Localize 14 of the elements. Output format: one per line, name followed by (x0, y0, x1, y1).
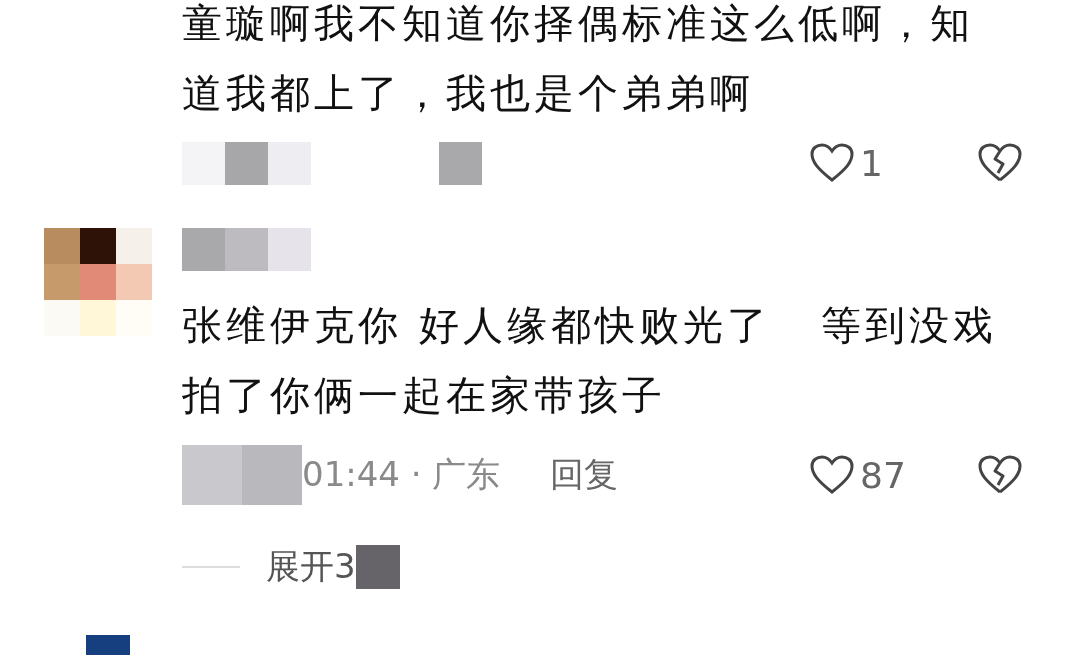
comment-text: 张维伊克你 好人缘都快败光了 等到没戏拍了你俩一起在家带孩子 (182, 301, 998, 420)
broken-heart-icon[interactable] (978, 455, 1022, 495)
redaction-mosaic (355, 545, 400, 589)
heart-icon[interactable] (810, 143, 854, 183)
like-count: 1 (860, 142, 884, 184)
heart-icon[interactable] (810, 455, 854, 495)
comment-meta: 01:44 · 广东 (302, 453, 501, 496)
expand-replies-link[interactable]: 展开3 (266, 544, 356, 590)
redaction-mosaic (439, 141, 482, 185)
broken-heart-icon[interactable] (978, 143, 1022, 183)
avatar (86, 635, 130, 655)
reply-link[interactable]: 回复 (550, 452, 619, 498)
comment-text: 童璇啊我不知道你择偶标准这么低啊，知道我都上了，我也是个弟弟啊 (182, 0, 975, 118)
like-count: 87 (860, 454, 906, 496)
